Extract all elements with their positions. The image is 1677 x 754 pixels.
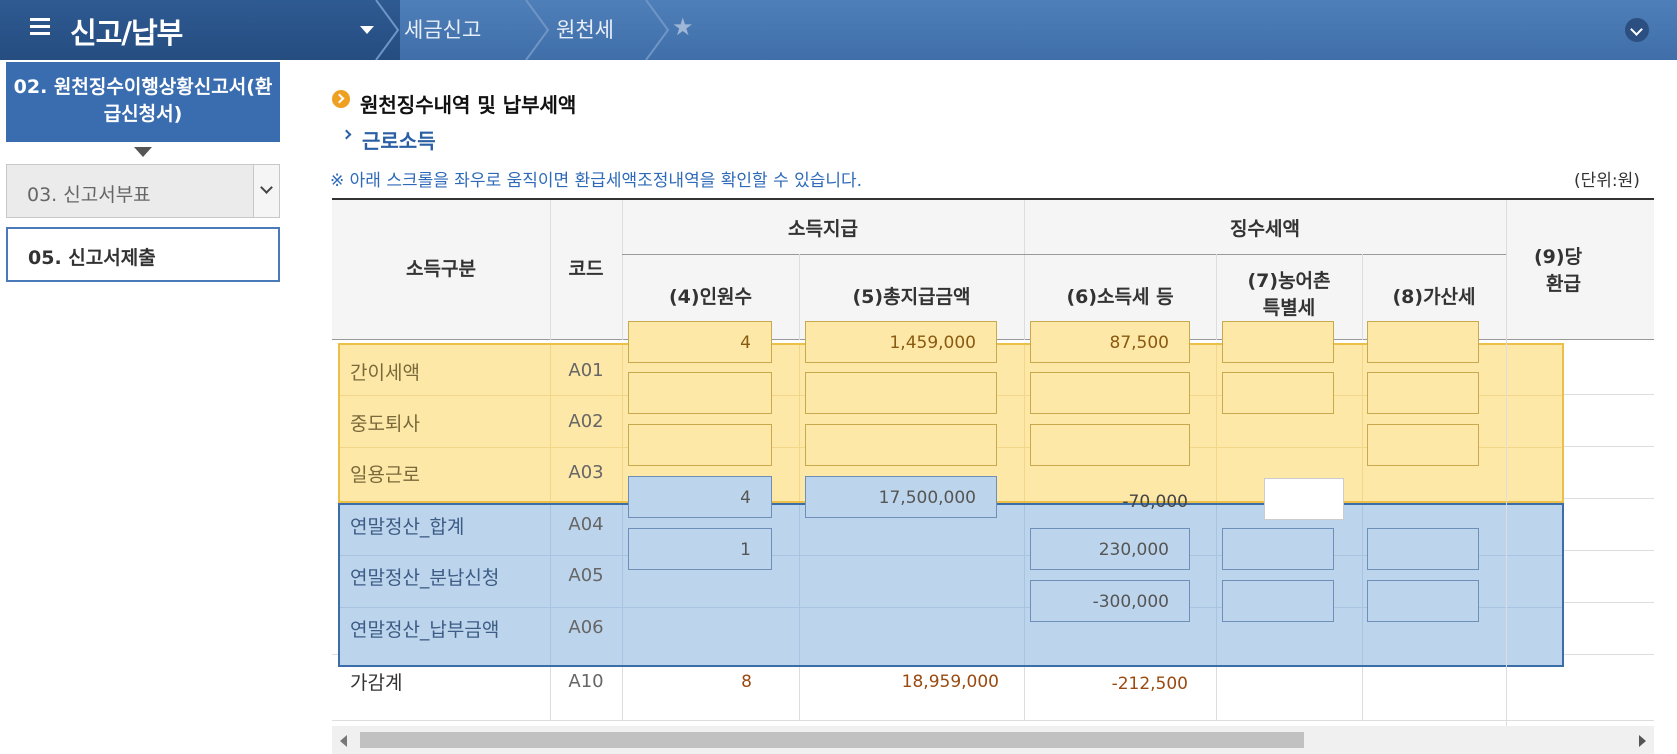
menu-toggle[interactable]: 신고/납부 [0,0,400,60]
unit-label: (단위:원) [1574,171,1640,191]
header-count: (4)인원수 [668,286,753,308]
row-label-a03: 일용근로 [350,464,420,486]
header-refund-line1: (9)당 [1534,246,1583,268]
income-tax-input-a03[interactable] [1030,424,1190,466]
total-pay-input-a02[interactable] [805,372,997,414]
count-input-a02[interactable] [628,372,772,414]
sidebar-select-label: 03. 신고서부표 [27,180,151,207]
sidebar-select-text: 신고서부표 [63,184,151,206]
income-tax-input-a06[interactable]: -300,000 [1030,580,1190,622]
header-refund: (9)당 환급 [1506,244,1654,298]
total-pay-input-a01[interactable]: 1,459,000 [805,321,997,363]
refund-input-a10[interactable] [1264,478,1344,520]
row-code-a05: A05 [568,565,604,586]
row-label-a02: 중도퇴사 [350,413,420,435]
income-tax-input-a01[interactable]: 87,500 [1030,321,1190,363]
header-income-tax: (6)소득세 등 [1066,286,1174,308]
header-refund-line2: 환급 [1546,273,1581,295]
breadcrumb-tax-filing[interactable]: 세금신고 [404,14,481,44]
header-penalty: (8)가산세 [1392,286,1476,308]
header-farm-tax-line2: 특별세 [1262,297,1316,319]
income-tax-input-a02[interactable] [1030,372,1190,414]
penalty-input-a05[interactable] [1367,528,1479,570]
row-label-a05: 연말정산_분납신청 [350,567,500,589]
row-code-a02: A02 [568,411,604,432]
row-code-a04: A04 [568,514,604,535]
count-input-a03[interactable] [628,424,772,466]
sub-section-title: 근로소득 [362,129,436,153]
sidebar-select-number: 03. [27,184,58,206]
horizontal-scrollbar[interactable] [332,726,1654,754]
sidebar-item-withholding-report[interactable]: 02. 원천징수이행상황신고서(환급신청서) [6,62,280,142]
row-code-a10: A10 [568,671,604,692]
count-input-a01[interactable]: 4 [628,321,772,363]
chevron-down-icon[interactable] [253,165,279,217]
scroll-left-icon[interactable] [340,735,347,747]
header-code: 코드 [568,258,604,280]
header-total-pay: (5)총지급금액 [852,286,971,308]
farm-tax-input-a06[interactable] [1222,580,1334,622]
top-navigation-bar: 신고/납부 세금신고 원천세 ★ [0,0,1677,60]
penalty-input-a06[interactable] [1367,580,1479,622]
income-tax-value-a04: -70,000 [1122,492,1188,512]
farm-tax-input-a02[interactable] [1222,372,1334,414]
breadcrumb-withholding-tax[interactable]: 원천세 [556,14,614,44]
sidebar-item-submit[interactable]: 05. 신고서제출 [6,227,280,282]
breadcrumb-separator-icon [525,0,550,60]
penalty-input-a02[interactable] [1367,372,1479,414]
scroll-right-icon[interactable] [1639,735,1646,747]
farm-tax-input-a01[interactable] [1222,321,1334,363]
penalty-input-a01[interactable] [1367,321,1479,363]
section-bullet-icon [332,90,350,108]
total-pay-input-a04[interactable]: 17,500,000 [805,476,997,518]
down-arrow-icon [134,147,152,157]
income-tax-total-a10: -212,500 [1111,674,1188,694]
withholding-table: 소득구분 코드 소득지급 징수세액 (4)인원수 (5)총지급금액 (6)소득세… [332,198,1654,726]
breadcrumb-separator-icon [375,0,400,60]
hamburger-icon[interactable] [30,18,50,38]
row-label-a01: 간이세액 [350,362,420,384]
count-input-a04[interactable]: 4 [628,476,772,518]
row-label-a10: 가감계 [350,672,403,694]
row-code-a03: A03 [568,462,604,483]
income-tax-input-a05[interactable]: 230,000 [1030,528,1190,570]
farm-tax-input-a05[interactable] [1222,528,1334,570]
favorite-star-icon[interactable]: ★ [672,13,694,41]
header-income-type: 소득구분 [406,258,476,280]
breadcrumb-separator-icon [645,0,670,60]
row-code-a06: A06 [568,617,604,638]
header-farm-tax: (7)농어촌 특별세 [1216,268,1362,322]
sidebar-select-attachment[interactable]: 03. 신고서부표 [6,164,280,218]
scroll-notice: ※ 아래 스크롤을 좌우로 움직이면 환급세액조정내역을 확인할 수 있습니다. [330,171,863,191]
scrollbar-thumb[interactable] [360,732,1304,748]
sidebar-item-label: 신고서제출 [68,247,156,269]
penalty-input-a03[interactable] [1367,424,1479,466]
sidebar-item-number: 02. [13,76,48,98]
total-pay-total-a10: 18,959,000 [901,672,999,692]
row-code-a01: A01 [568,360,604,381]
count-total-a10: 8 [741,672,752,692]
section-title: 원천징수내역 및 납부세액 [360,93,577,117]
chevron-down-icon[interactable] [1625,18,1649,42]
header-group-tax: 징수세액 [1230,218,1300,240]
sidebar-item-number: 05. [28,247,62,269]
chevron-right-icon [341,129,352,140]
count-input-a05[interactable]: 1 [628,528,772,570]
header-group-payment: 소득지급 [788,218,858,240]
row-label-a06: 연말정산_납부금액 [350,619,500,641]
total-pay-input-a03[interactable] [805,424,997,466]
sidebar-item-label: 원천징수이행상황신고서(환급신청서) [53,76,273,125]
header-farm-tax-line1: (7)농어촌 [1247,270,1331,292]
row-label-a04: 연말정산_합계 [350,516,465,538]
menu-title[interactable]: 신고/납부 [70,10,183,52]
